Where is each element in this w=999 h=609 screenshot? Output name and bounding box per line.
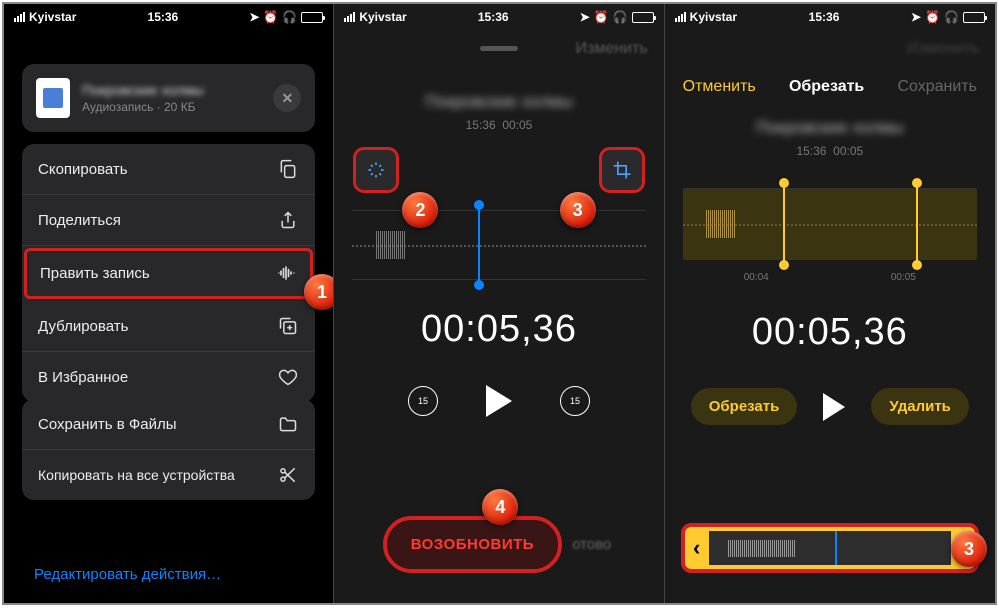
carrier: Kyivstar — [29, 10, 76, 24]
crop-button[interactable] — [602, 150, 642, 190]
share-action[interactable]: Поделиться — [22, 195, 315, 246]
play-button[interactable] — [486, 385, 512, 417]
time-marks: 00:04 00:05 — [683, 272, 977, 283]
waveform-icon — [275, 262, 297, 284]
alarm-icon: ⏰ — [925, 10, 940, 24]
playback-controls: 15 15 — [334, 385, 663, 417]
save-button[interactable]: Сохранить — [897, 78, 977, 96]
waveform-view[interactable] — [352, 210, 645, 280]
battery-icon — [632, 12, 654, 23]
share-sheet-header: Покровские холмы Аудиозапись · 20 КБ ✕ — [22, 64, 315, 132]
share-icon — [277, 209, 299, 231]
step-marker-3: 3 — [560, 192, 596, 228]
trim-actions: Обрезать Удалить — [665, 388, 995, 425]
mini-trim-body[interactable] — [709, 527, 951, 569]
location-icon: ➤ — [249, 10, 259, 24]
folder-icon — [277, 413, 299, 435]
recording-title: Покровские холмы — [82, 82, 261, 98]
done-text[interactable]: отово — [572, 536, 611, 553]
magic-enhance-button[interactable] — [356, 150, 396, 190]
step-marker-1: 1 — [304, 274, 334, 310]
screen-trim-recording: Kyivstar 15:36 ➤ ⏰ 🎧 Изменить Отменить О… — [665, 4, 995, 603]
status-time: 15:36 — [478, 10, 509, 24]
edit-toolbar — [334, 132, 663, 198]
sheet-drag-handle[interactable] — [480, 46, 518, 51]
trim-end-handle[interactable] — [916, 183, 918, 265]
location-icon: ➤ — [911, 10, 921, 24]
copy-icon — [277, 158, 299, 180]
headphone-icon: 🎧 — [282, 10, 297, 24]
signal-icon — [675, 12, 686, 22]
carrier: Kyivstar — [690, 10, 737, 24]
trim-button[interactable]: Обрезать — [691, 388, 798, 425]
status-bar: Kyivstar 15:36 ➤ ⏰ 🎧 — [665, 4, 995, 30]
status-bar: Kyivstar 15:36 ➤ ⏰ 🎧 — [4, 4, 333, 30]
heart-icon — [277, 366, 299, 388]
duplicate-icon — [277, 315, 299, 337]
play-button[interactable] — [823, 393, 845, 421]
close-button[interactable]: ✕ — [273, 84, 301, 112]
resume-button[interactable]: ВОЗОБНОВИТЬ — [387, 520, 558, 569]
battery-icon — [301, 12, 323, 23]
status-time: 15:36 — [148, 10, 179, 24]
recording-title: Покровские холмы — [665, 118, 995, 138]
edit-recording-action[interactable]: Править запись — [24, 248, 313, 299]
headphone-icon: 🎧 — [944, 10, 959, 24]
copy-action[interactable]: Скопировать — [22, 144, 315, 195]
recording-meta: 15:36 00:05 — [665, 144, 995, 158]
status-bar: Kyivstar 15:36 ➤ ⏰ 🎧 — [334, 4, 663, 30]
trim-header: Отменить Обрезать Сохранить — [665, 68, 995, 106]
playhead[interactable] — [478, 205, 480, 285]
signal-icon — [344, 12, 355, 22]
duplicate-action[interactable]: Дублировать — [22, 301, 315, 352]
headphone-icon: 🎧 — [613, 10, 628, 24]
signal-icon — [14, 12, 25, 22]
skip-forward-button[interactable]: 15 — [560, 386, 590, 416]
battery-icon — [963, 12, 985, 23]
document-icon — [36, 78, 70, 118]
alarm-icon: ⏰ — [263, 10, 278, 24]
mini-trim-bar[interactable]: ‹ › — [685, 527, 975, 569]
edit-link-bg: Изменить — [907, 40, 979, 58]
copy-all-devices-action[interactable]: Копировать на все устройства — [22, 450, 315, 500]
elapsed-time: 00:05,36 — [665, 311, 995, 354]
edit-actions-link[interactable]: Редактировать действия… — [34, 566, 221, 583]
save-to-files-action[interactable]: Сохранить в Файлы — [22, 399, 315, 450]
edit-link[interactable]: Изменить — [575, 40, 647, 58]
trim-title: Обрезать — [789, 78, 864, 96]
step-marker-3b: 3 — [951, 531, 987, 567]
recording-title: Покровские холмы — [334, 92, 663, 112]
alarm-icon: ⏰ — [594, 10, 609, 24]
location-icon: ➤ — [580, 10, 590, 24]
favorite-action[interactable]: В Избранное — [22, 352, 315, 402]
skip-back-button[interactable]: 15 — [408, 386, 438, 416]
recording-subtitle: Аудиозапись · 20 КБ — [82, 100, 261, 114]
actions-menu-1: Скопировать Поделиться Править запись Ду… — [22, 144, 315, 402]
screen-edit-recording: Kyivstar 15:36 ➤ ⏰ 🎧 Изменить Покровские… — [334, 4, 664, 603]
trim-waveform[interactable] — [683, 188, 977, 260]
screen-voice-memo-actions: Kyivstar 15:36 ➤ ⏰ 🎧 Покровские холмы Ау… — [4, 4, 334, 603]
recording-meta: 15:36 00:05 — [334, 118, 663, 132]
elapsed-time: 00:05,36 — [334, 308, 663, 351]
actions-menu-2: Сохранить в Файлы Копировать на все устр… — [22, 399, 315, 500]
delete-button[interactable]: Удалить — [871, 388, 969, 425]
trim-start-handle[interactable] — [783, 183, 785, 265]
status-time: 15:36 — [809, 10, 840, 24]
carrier: Kyivstar — [359, 10, 406, 24]
cancel-button[interactable]: Отменить — [683, 78, 756, 96]
mini-trim-left-handle[interactable]: ‹ — [685, 527, 709, 569]
scissors-icon — [277, 464, 299, 486]
mini-playhead[interactable] — [835, 531, 837, 565]
